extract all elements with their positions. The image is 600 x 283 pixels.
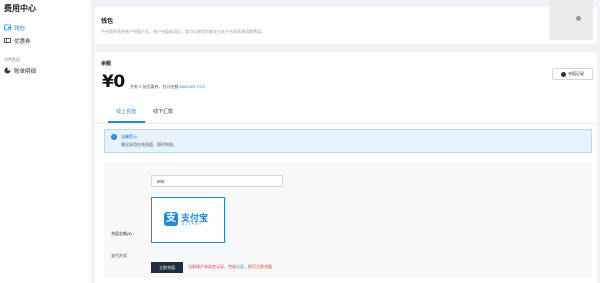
tab-offline-transfer[interactable]: 线下汇款 — [153, 108, 173, 115]
recharge-now-button[interactable]: 立即充值 — [151, 262, 183, 273]
amount-input[interactable] — [151, 175, 283, 187]
amount-label: 充值金额(¥) — [111, 231, 132, 236]
balance-label: 余额 — [101, 61, 112, 67]
tab-online-recharge[interactable]: 线上充值 — [116, 108, 136, 115]
tabs-divider — [95, 123, 597, 124]
recharge-record-button[interactable]: 充值记录 — [552, 68, 593, 80]
alipay-name-en: ALIPAY — [182, 222, 203, 226]
main-content: 钱包 平台提供多种账户充值方式，账户充值成功后，您可以使用余额支付本平台的资源消… — [91, 0, 600, 283]
tips-text: 建议采用在线充值，即时到账。 — [121, 142, 177, 147]
payment-method-label: 支付方式 — [111, 253, 127, 258]
page-description: 平台提供多种账户充值方式，账户充值成功后，您可以使用余额支付本平台的资源消耗费用… — [101, 29, 265, 34]
sidebar-item-coupon[interactable]: 优惠券 — [4, 36, 31, 45]
sidebar-title: 费用中心 — [4, 4, 36, 13]
tips-title: 温馨提示 — [121, 134, 137, 139]
coupon-summary: 共有 0 张优惠券，合计金额 ¥554065.7372 — [130, 84, 205, 90]
sidebar-item-label: 账单明细 — [14, 68, 37, 75]
recharge-record-label: 充值记录 — [568, 71, 584, 76]
record-icon — [561, 71, 566, 77]
info-icon: i — [111, 134, 117, 140]
warning-text-suffix: ，即可立即充值 — [244, 264, 272, 269]
recharge-card: 余额 ¥0 共有 0 张优惠券，合计金额 ¥554065.7372 充值记录 线… — [95, 52, 597, 283]
wallet-icon — [4, 24, 11, 31]
sidebar-item-label: 钱包 — [14, 25, 26, 32]
tips-banner: i 温馨提示 建议采用在线充值，即时到账。 — [104, 129, 592, 153]
page-title: 钱包 — [101, 19, 114, 25]
alipay-logo-icon: 支 — [164, 212, 178, 226]
sidebar-item-label: 优惠券 — [14, 38, 31, 45]
sidebar-item-wallet[interactable]: 钱包 — [4, 23, 25, 32]
coupon-amount-link[interactable]: ¥554065.7372 — [180, 84, 206, 89]
sidebar-group-label: 消费数据 — [4, 57, 20, 62]
verify-link[interactable]: 认证 — [236, 264, 244, 269]
pie-chart-icon — [4, 67, 11, 74]
alipay-option[interactable]: 支 支付宝 ALIPAY — [151, 197, 225, 243]
sidebar: 费用中心 钱包 优惠券 消费数据 账单明细 — [0, 0, 91, 283]
coupon-summary-text: 共有 0 张优惠券，合计金额 — [130, 84, 180, 89]
illustration-dot-icon — [576, 16, 581, 21]
sidebar-item-bill-details[interactable]: 账单明细 — [4, 66, 36, 75]
wallet-illustration — [549, 0, 593, 40]
balance-amount: ¥0 — [102, 72, 125, 92]
wallet-header-card: 钱包 平台提供多种账户充值方式，账户充值成功后，您可以使用余额支付本平台的资源消… — [95, 0, 597, 44]
coupon-icon — [4, 37, 11, 44]
warning-text: 当前账户未实名认证，完成 — [188, 264, 236, 269]
verification-warning: 当前账户未实名认证，完成认证，即可立即充值 — [188, 264, 272, 270]
